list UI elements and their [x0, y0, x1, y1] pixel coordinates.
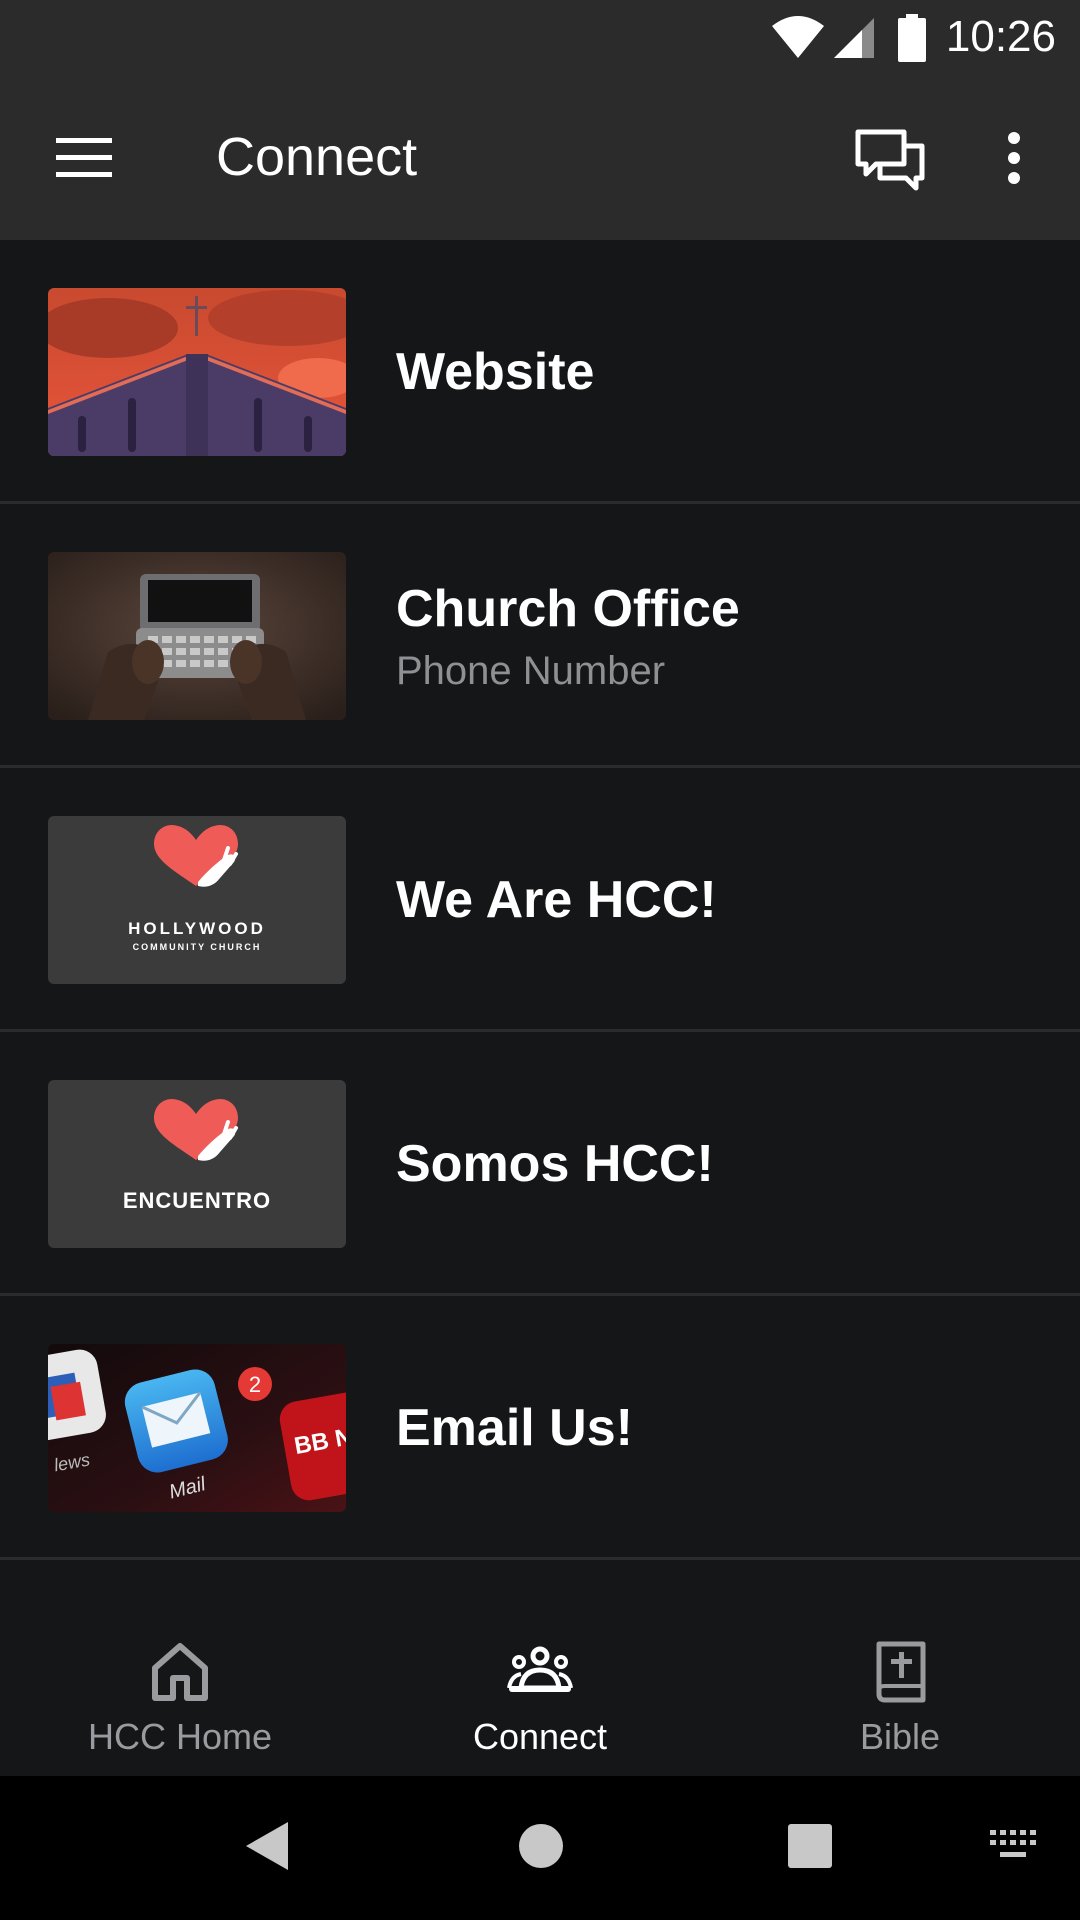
list-item-label: We Are HCC!	[396, 871, 717, 929]
menu-button[interactable]	[40, 120, 130, 200]
bible-icon	[876, 1641, 926, 1703]
more-options-button[interactable]	[980, 120, 1050, 200]
list-item-text: Website	[396, 240, 594, 504]
mail-app-icon-image: lews Mail 2 BB NEV	[48, 1344, 346, 1512]
page-title: Connect	[216, 127, 418, 187]
list-item-label: Email Us!	[396, 1399, 633, 1457]
connect-list: Website Church Office Phone Number HOLLY…	[0, 240, 1080, 1560]
status-time: 10:26	[945, 12, 1056, 61]
chat-icon	[855, 129, 925, 191]
people-icon	[507, 1646, 573, 1692]
list-item-text: Email Us!	[396, 1296, 633, 1560]
list-item-sublabel: Phone Number	[396, 648, 666, 693]
list-item-label: Website	[396, 343, 595, 401]
nav-item-bible[interactable]: Bible	[720, 1560, 1080, 1776]
svg-text:COMMUNITY CHURCH: COMMUNITY CHURCH	[133, 942, 262, 952]
list-item-website[interactable]: Website	[0, 240, 1080, 504]
hands-holding-phone-image	[48, 552, 346, 720]
list-item-church-office[interactable]: Church Office Phone Number	[0, 504, 1080, 768]
nav-label: HCC Home	[87, 1716, 273, 1757]
list-item-label: Somos HCC!	[396, 1135, 714, 1193]
list-item-text: Church Office Phone Number	[396, 504, 740, 768]
status-bar: 10:26	[0, 0, 1080, 80]
more-vert-icon	[1008, 132, 1020, 184]
messages-button[interactable]	[846, 120, 936, 200]
nav-item-connect[interactable]: Connect	[360, 1560, 720, 1776]
home-icon	[152, 1643, 208, 1701]
keyboard-icon[interactable]	[988, 1826, 1038, 1866]
list-item-text: We Are HCC!	[396, 768, 717, 1032]
hamburger-menu-icon	[56, 138, 112, 177]
nav-label: Bible	[859, 1716, 941, 1757]
recents-icon[interactable]	[786, 1818, 834, 1874]
encuentro-logo: ENCUENTRO	[48, 1080, 346, 1248]
church-building-image	[48, 288, 346, 456]
list-item-email-us[interactable]: lews Mail 2 BB NEV Email Us!	[0, 1296, 1080, 1560]
system-navigation-bar	[0, 1776, 1080, 1920]
nav-item-hcc-home[interactable]: HCC Home	[0, 1560, 360, 1776]
back-icon[interactable]	[242, 1818, 292, 1874]
battery-icon	[898, 14, 926, 62]
list-item-text: Somos HCC!	[396, 1032, 714, 1296]
app-bar: Connect	[0, 80, 1080, 240]
svg-text:HOLLYWOOD: HOLLYWOOD	[128, 919, 266, 938]
nav-label: Connect	[472, 1716, 608, 1757]
signal-icon	[834, 18, 874, 58]
list-item-label: Church Office	[396, 579, 740, 638]
list-item-somos-hcc[interactable]: ENCUENTRO Somos HCC!	[0, 1032, 1080, 1296]
svg-text:ENCUENTRO: ENCUENTRO	[123, 1188, 271, 1213]
list-item-we-are-hcc[interactable]: HOLLYWOOD COMMUNITY CHURCH We Are HCC!	[0, 768, 1080, 1032]
wifi-icon	[772, 16, 824, 58]
hollywood-community-church-logo: HOLLYWOOD COMMUNITY CHURCH	[48, 816, 346, 984]
svg-text:2: 2	[249, 1372, 261, 1397]
home-circle-icon[interactable]	[518, 1818, 564, 1874]
bottom-navigation: HCC Home Connect Bible	[0, 1560, 1080, 1776]
